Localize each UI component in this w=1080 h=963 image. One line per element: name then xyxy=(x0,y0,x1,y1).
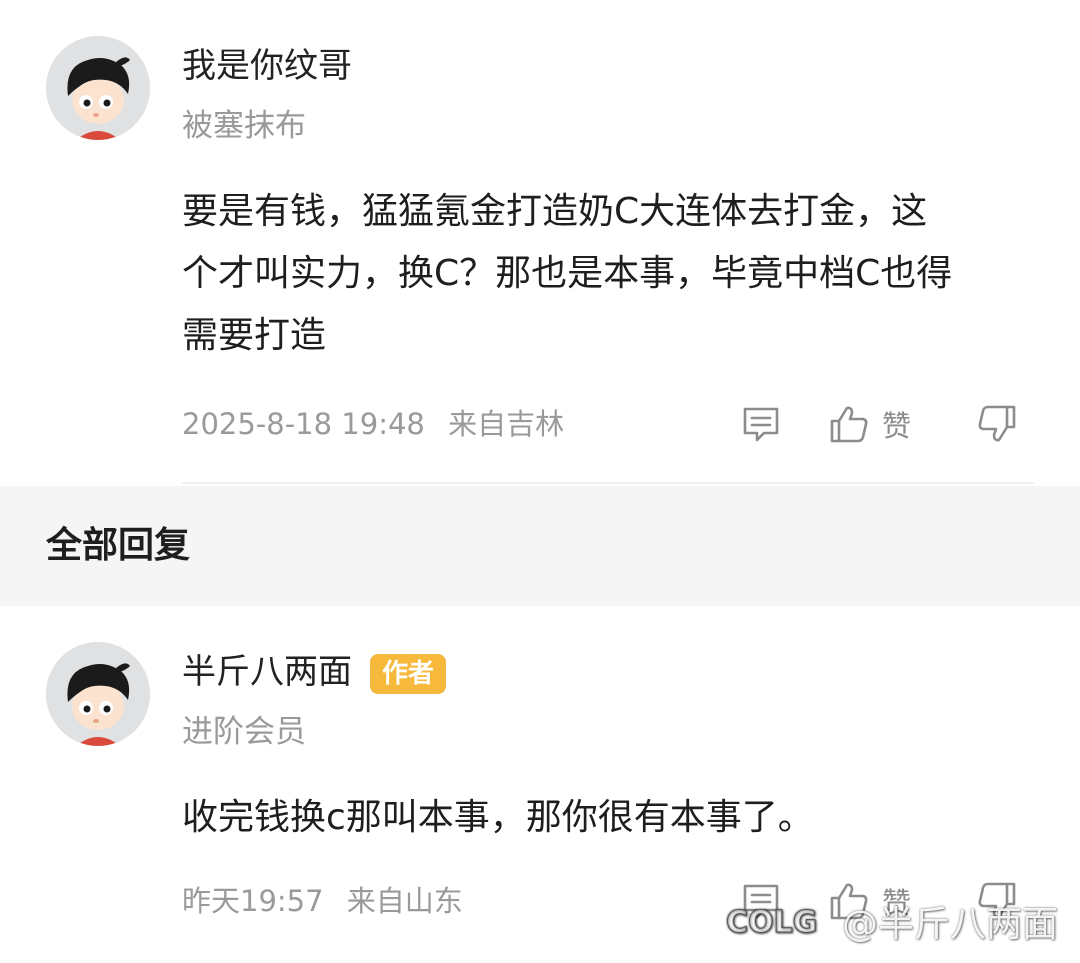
dislike-button[interactable] xyxy=(976,399,1018,449)
watermark: COLG @半斤八两面 xyxy=(724,893,1058,949)
reply-text: 收完钱换c那叫本事，那你很有本事了。 xyxy=(182,797,814,838)
thumbs-up-icon xyxy=(830,406,868,443)
section-title: 全部回复 xyxy=(46,525,191,566)
thumbs-down-icon xyxy=(978,405,1016,442)
user-level: 被塞抹布 xyxy=(182,108,306,144)
avatar[interactable] xyxy=(46,36,150,140)
colg-logo-icon: COLG xyxy=(725,905,817,941)
user-level: 进阶会员 xyxy=(182,714,306,750)
comment-text-line: 要是有钱，猛猛氪金打造奶C大连体去打金，这 xyxy=(182,191,928,232)
comment-text: 要是有钱，猛猛氪金打造奶C大连体去打金，这 个才叫实力，换C？那也是本事，毕竟中… xyxy=(182,181,1032,367)
username[interactable]: 我是你纹哥 xyxy=(182,44,352,88)
author-badge: 作者 xyxy=(370,653,447,694)
avatar[interactable] xyxy=(46,642,150,746)
username-text[interactable]: 半斤八两面 xyxy=(182,652,352,692)
cartoon-avatar-icon xyxy=(46,36,150,140)
comment-card: 我是你纹哥 被塞抹布 要是有钱，猛猛氪金打造奶C大连体去打金，这 个才叫实力，换… xyxy=(0,0,1080,486)
reply-button[interactable] xyxy=(740,399,782,449)
cartoon-avatar-icon xyxy=(46,642,150,746)
all-replies-header: 全部回复 xyxy=(0,486,1080,606)
divider xyxy=(182,482,1034,484)
like-button[interactable]: 赞 xyxy=(828,399,911,449)
like-label: 赞 xyxy=(882,409,912,443)
comment-text-line: 个才叫实力，换C？那也是本事，毕竟中档C也得 xyxy=(182,253,953,294)
svg-text:COLG: COLG xyxy=(726,905,817,940)
comment-icon xyxy=(743,407,779,442)
comment-text-line: 需要打造 xyxy=(182,315,327,356)
comment-actions: 赞 xyxy=(0,399,1080,449)
username: 半斤八两面 作者 xyxy=(182,650,447,694)
watermark-text: @半斤八两面 xyxy=(841,904,1058,945)
